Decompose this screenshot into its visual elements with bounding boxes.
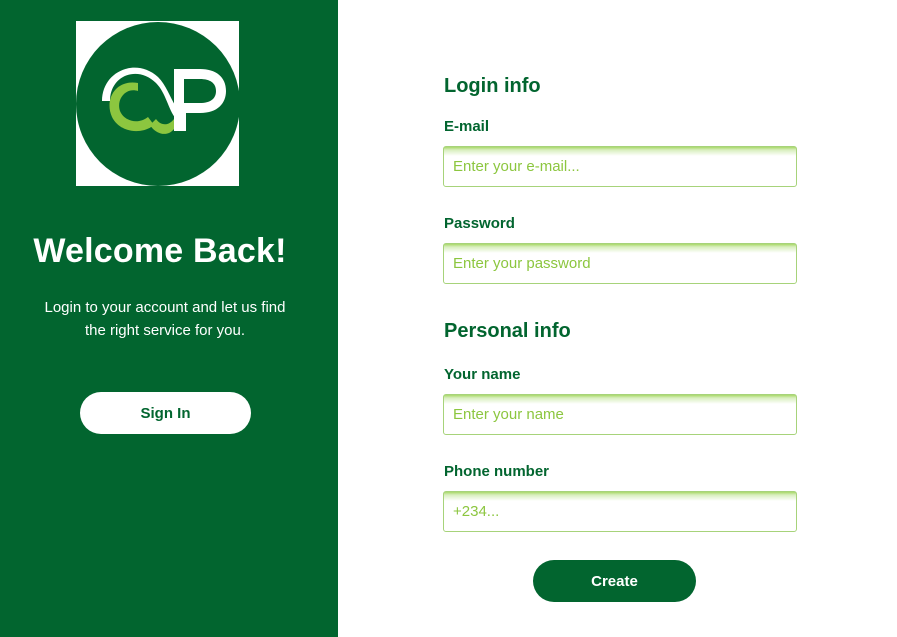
sign-in-button[interactable]: Sign In (80, 392, 251, 434)
name-label: Your name (444, 366, 521, 383)
create-button[interactable]: Create (533, 560, 696, 602)
email-field[interactable] (443, 146, 797, 187)
login-info-heading: Login info (444, 75, 541, 97)
welcome-subtitle: Login to your account and let us find th… (44, 299, 286, 339)
password-label: Password (444, 215, 515, 232)
cp-logo-icon (76, 22, 239, 186)
welcome-title: Welcome Back! (33, 232, 287, 270)
name-field[interactable] (443, 394, 797, 435)
personal-info-heading: Personal info (444, 320, 571, 342)
email-label: E-mail (444, 118, 490, 135)
phone-label: Phone number (444, 463, 550, 480)
welcome-panel: Welcome Back! Login to your account and … (0, 0, 338, 637)
logo (76, 21, 239, 186)
phone-field[interactable] (443, 491, 797, 532)
password-field[interactable] (443, 243, 797, 284)
